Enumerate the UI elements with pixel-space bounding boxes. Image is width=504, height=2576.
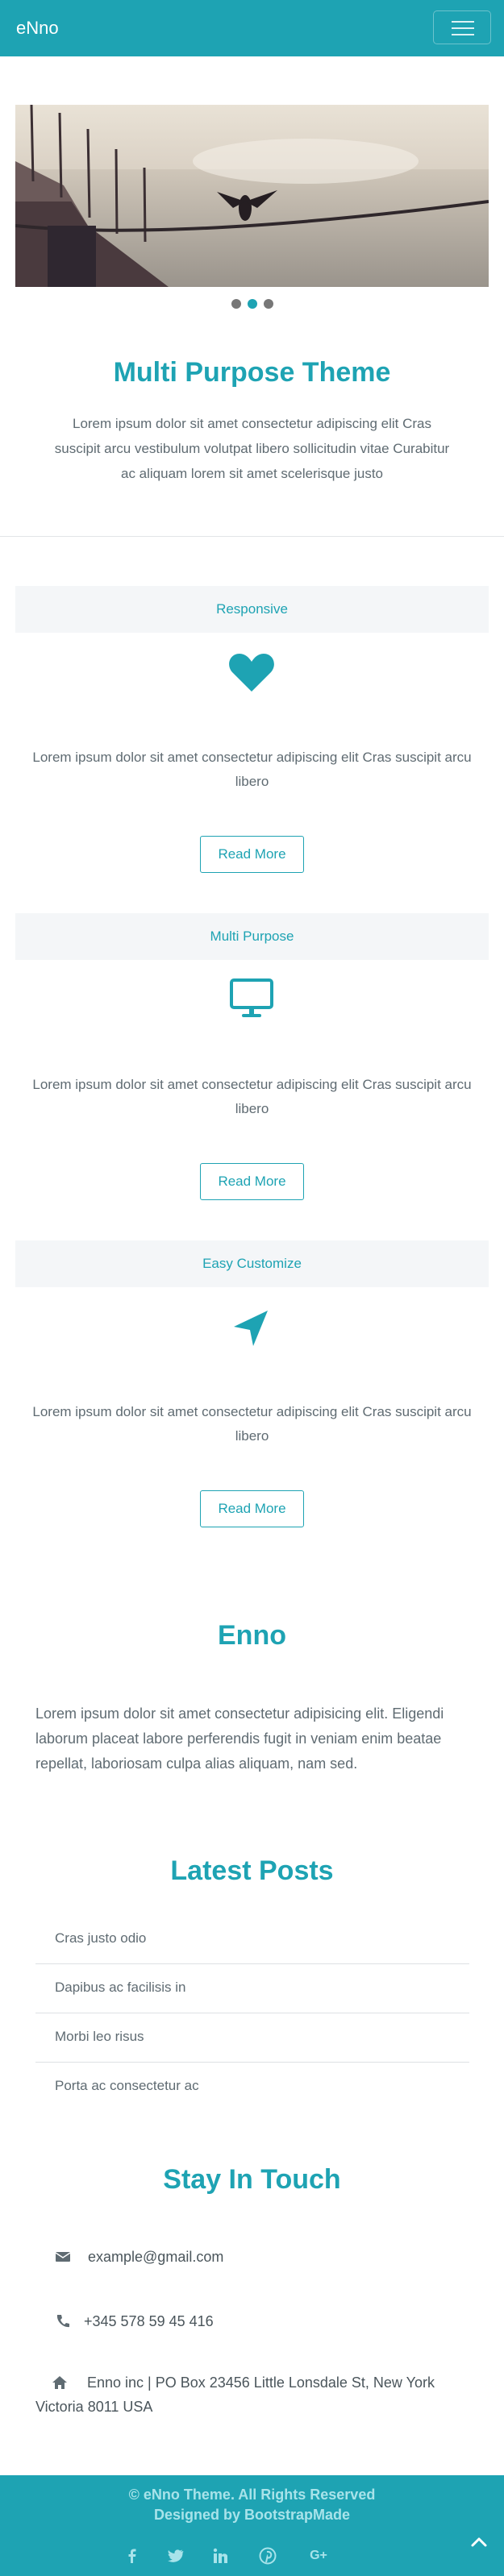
location-arrow-icon [234, 1311, 268, 1346]
hero-image [15, 105, 489, 287]
menu-toggle-button[interactable] [433, 10, 491, 44]
feature-title-responsive: Responsive [15, 586, 489, 633]
divider [0, 536, 504, 537]
intro-text: Lorem ipsum dolor sit amet consectetur a… [54, 416, 450, 481]
feature-text: Lorem ipsum dolor sit amet consectetur a… [32, 750, 472, 789]
list-item[interactable]: Porta ac consectetur ac [35, 2063, 469, 2112]
phone-icon [56, 2315, 69, 2328]
desktop-icon [230, 978, 273, 1017]
home-icon [52, 2376, 67, 2389]
heart-icon [229, 654, 274, 692]
read-more-button[interactable]: Read More [200, 836, 304, 873]
navbar: eNno [0, 0, 504, 56]
linkedin-icon[interactable] [211, 2546, 231, 2566]
contact-address: Enno inc | PO Box 23456 Little Lonsdale … [35, 2370, 471, 2419]
footer-copyright: © eNno Theme. All Rights Reserved [128, 2487, 376, 2503]
feature-text: Lorem ipsum dolor sit amet consectetur a… [32, 1404, 472, 1444]
brand-logo[interactable]: eNno [16, 18, 59, 39]
about-title: Enno [218, 1620, 286, 1651]
carousel-dot-active[interactable] [248, 299, 257, 309]
carousel-indicators [231, 299, 280, 309]
contact-title: Stay In Touch [163, 2164, 341, 2195]
chevron-up-icon[interactable] [468, 2531, 490, 2553]
carousel-dot[interactable] [264, 299, 273, 309]
hamburger-icon-bar [452, 21, 474, 23]
hamburger-icon-bar [452, 34, 474, 35]
contact-email-text[interactable]: example@gmail.com [88, 2245, 223, 2269]
pinterest-icon[interactable] [258, 2546, 277, 2566]
twitter-icon[interactable] [166, 2546, 185, 2566]
envelope-icon [55, 2252, 71, 2262]
list-item[interactable]: Dapibus ac facilisis in [35, 1964, 469, 2013]
latest-posts-title: Latest Posts [170, 1855, 334, 1886]
google-plus-icon[interactable]: G+ [306, 2546, 331, 2566]
list-item[interactable]: Morbi leo risus [35, 2013, 469, 2063]
contact-phone-text[interactable]: +345 578 59 45 416 [84, 2309, 214, 2333]
post-list: Cras justo odio Dapibus ac facilisis in … [35, 1915, 469, 2112]
footer-credits[interactable]: Designed by BootstrapMade [0, 2507, 504, 2524]
contact-address-text: Enno inc | PO Box 23456 Little Lonsdale … [35, 2374, 435, 2415]
hero-carousel [15, 105, 489, 287]
read-more-button[interactable]: Read More [200, 1163, 304, 1200]
facebook-icon[interactable] [123, 2546, 142, 2566]
feature-text: Lorem ipsum dolor sit amet consectetur a… [32, 1077, 472, 1116]
footer: © eNno Theme. All Rights Reserved Design… [0, 2475, 504, 2576]
hamburger-icon-bar [452, 27, 474, 29]
intro-title: Multi Purpose Theme [113, 357, 391, 388]
carousel-dot[interactable] [231, 299, 241, 309]
list-item[interactable]: Cras justo odio [35, 1915, 469, 1964]
feature-title-easy-customize: Easy Customize [15, 1240, 489, 1287]
read-more-button[interactable]: Read More [200, 1490, 304, 1527]
about-text: Lorem ipsum dolor sit amet consectetur a… [35, 1706, 444, 1772]
feature-title-multi-purpose: Multi Purpose [15, 913, 489, 960]
